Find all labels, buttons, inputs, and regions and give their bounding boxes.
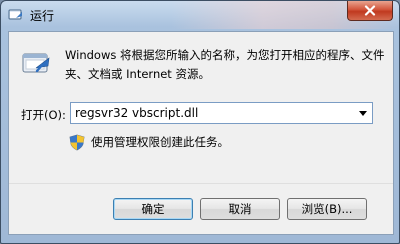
admin-task-note: 使用管理权限创建此任务。 <box>91 135 229 149</box>
command-input[interactable]: regsvr32 vbscript.dll <box>75 106 198 120</box>
dialog-client-area: Windows 将根据您所输入的名称，为您打开相应的程序、文件夹、文档或 Int… <box>8 31 394 235</box>
window-title: 运行 <box>30 9 55 23</box>
run-program-icon <box>20 46 54 80</box>
run-dialog-icon <box>8 7 24 23</box>
chevron-down-icon[interactable] <box>356 105 370 121</box>
command-combobox[interactable]: regsvr32 vbscript.dll <box>70 102 373 124</box>
close-button[interactable] <box>347 1 393 21</box>
uac-shield-icon <box>69 134 85 151</box>
run-dialog-window: 运行 Windows 将根据您所输入的名称，为您打开相应的程序、文件夹、文档或 … <box>0 0 400 244</box>
close-icon <box>364 1 376 20</box>
ok-button[interactable]: 确定 <box>113 198 193 220</box>
dialog-description: Windows 将根据您所输入的名称，为您打开相应的程序、文件夹、文档或 Int… <box>65 48 385 81</box>
open-label: 打开(O): <box>21 108 66 122</box>
cancel-button[interactable]: 取消 <box>200 198 280 220</box>
button-strip: 确定 取消 浏览(B)... <box>9 183 393 234</box>
browse-button[interactable]: 浏览(B)... <box>287 198 367 220</box>
title-bar[interactable]: 运行 <box>1 1 399 29</box>
